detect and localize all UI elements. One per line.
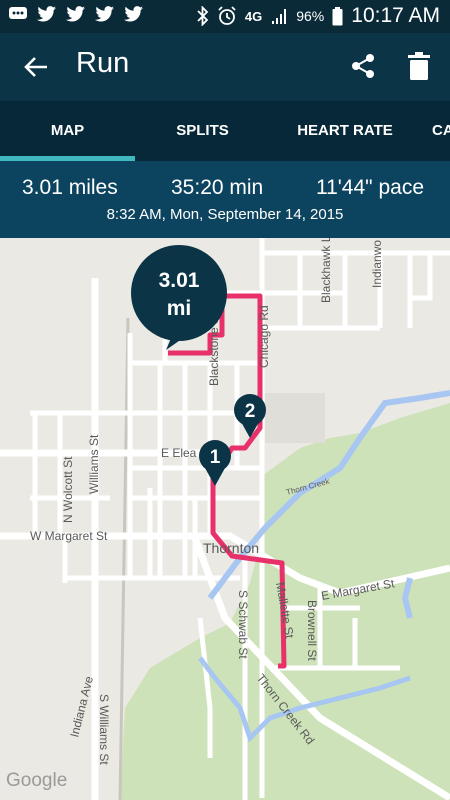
twitter-icon: [66, 6, 85, 22]
street-label: S Williams St: [97, 694, 111, 765]
mile-marker-label: 1: [210, 447, 221, 468]
alarm-icon: [218, 6, 236, 25]
total-distance-unit: mi: [167, 297, 192, 320]
share-icon[interactable]: [350, 53, 376, 79]
street-label: E Elea: [161, 446, 197, 460]
map-canvas[interactable]: Blackstone St Chicago Rd Blackhawk L Ind…: [0, 238, 450, 800]
pace-value: 11'44" pace: [316, 176, 424, 199]
message-icon: [9, 7, 27, 19]
run-datetime: 8:32 AM, Mon, September 14, 2015: [106, 206, 344, 223]
tab-map[interactable]: MAP: [0, 101, 135, 161]
clock: 10:17 AM: [351, 4, 440, 27]
street-label: Blackhawk L: [319, 238, 333, 303]
distance-value: 3.01 miles: [22, 176, 118, 199]
tab-heart-rate[interactable]: HEART RATE: [270, 101, 420, 161]
tab-splits[interactable]: SPLITS: [135, 101, 270, 161]
delete-icon[interactable]: [408, 52, 430, 80]
total-distance-value: 3.01: [159, 269, 200, 292]
mile-marker-label: 2: [245, 401, 256, 422]
google-logo: Google: [6, 770, 68, 791]
street-label: Williams St: [87, 434, 101, 494]
status-bar: 4G 96% 10:17 AM: [0, 0, 450, 33]
run-summary: 3.01 miles 35:20 min 11'44" pace 8:32 AM…: [0, 161, 450, 238]
back-arrow-icon[interactable]: [22, 53, 50, 81]
route-map[interactable]: Blackstone St Chicago Rd Blackhawk L Ind…: [0, 238, 450, 800]
signal-icon: [272, 9, 287, 24]
bluetooth-icon: [197, 6, 209, 26]
street-label: W Margaret St: [30, 529, 108, 543]
twitter-icon: [124, 6, 143, 22]
duration-value: 35:20 min: [171, 176, 264, 199]
street-label: Brownell St: [305, 600, 319, 661]
app-bar: Run: [0, 33, 450, 101]
battery-icon: [332, 6, 343, 25]
street-label: Indianwo: [370, 240, 384, 288]
tab-bar: MAP SPLITS HEART RATE CA: [0, 101, 450, 161]
building-block: [265, 393, 325, 443]
street-label: N Wolcott St: [61, 456, 75, 523]
notification-icons: [8, 6, 144, 22]
town-label: Thornton: [203, 540, 259, 556]
battery-percent: 96%: [296, 8, 325, 24]
page-title: Run: [76, 47, 130, 79]
twitter-icon: [95, 6, 114, 22]
system-icons: 4G 96% 10:17 AM: [197, 4, 440, 28]
street-label: Chicago Rd: [257, 305, 271, 368]
twitter-icon: [37, 6, 56, 22]
network-type-label: 4G: [244, 8, 263, 24]
street-label: S Schwab St: [236, 590, 250, 659]
tab-calories[interactable]: CA: [432, 101, 450, 161]
